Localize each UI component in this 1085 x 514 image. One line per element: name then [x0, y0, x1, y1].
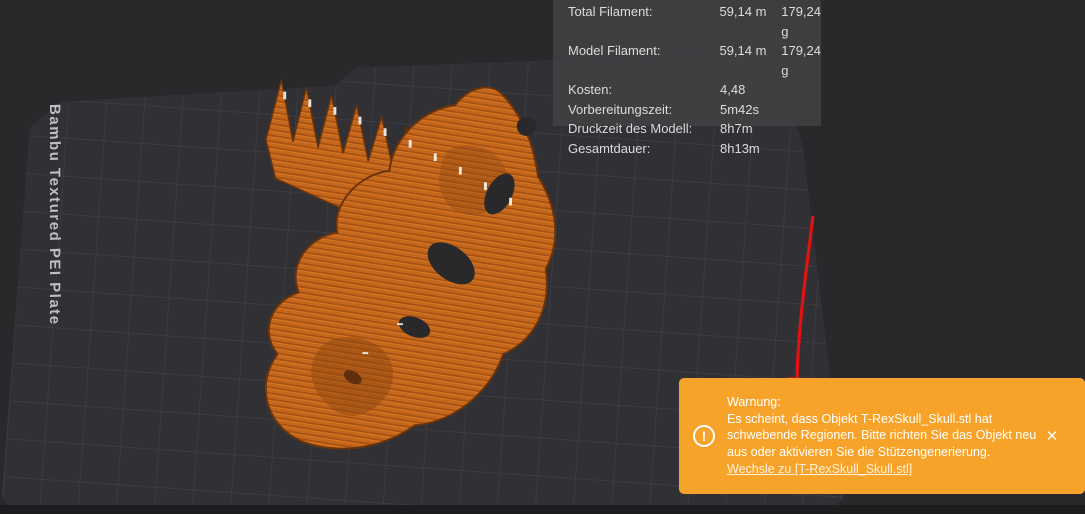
stat-row-model-filament: Model Filament: 59,14 m 179,24 g [568, 41, 821, 80]
stat-label: Total Filament: [568, 4, 653, 19]
stat-row-total-filament: Total Filament: 59,14 m 179,24 g [568, 2, 821, 41]
stat-value2 [782, 119, 821, 139]
stat-value: 8h7m [720, 121, 753, 136]
close-icon[interactable]: ✕ [1041, 427, 1063, 445]
warning-switch-link[interactable]: Wechsle zu [T-RexSkull_Skull.stl] [727, 461, 912, 478]
plate-label: Bambu Textured PEI Plate [46, 103, 63, 326]
stat-row-total-time: Gesamtdauer: 8h13m [568, 139, 821, 159]
stat-label: Kosten: [568, 82, 613, 97]
stat-value-length: 59,14 m [719, 43, 767, 58]
slicer-3d-viewport[interactable]: Bambu Textured PEI Plate Total Filament:… [0, 0, 1085, 514]
stat-value-weight: 179,24 g [781, 43, 821, 78]
stat-value2 [782, 80, 821, 100]
warning-message: Es scheint, dass Objekt T-RexSkull_Skull… [727, 411, 1037, 459]
slice-stats-panel: Total Filament: 59,14 m 179,24 g Model F… [553, 0, 821, 156]
stat-row-model-print-time: Druckzeit des Modell: 8h7m [568, 119, 821, 139]
stat-label: Vorbereitungszeit: [568, 101, 673, 117]
stat-row-cost: Kosten: 4,48 [568, 80, 821, 100]
stat-row-prepare-time: Vorbereitungszeit: 5m42s [568, 100, 821, 120]
model-small-hole [516, 116, 537, 136]
stat-label: Model Filament: [568, 43, 661, 58]
plate-front-edge [0, 505, 1085, 514]
warning-icon: ! [693, 425, 715, 447]
stat-label: Gesamtdauer: [568, 140, 651, 156]
warning-text: Warnung: Es scheint, dass Objekt T-RexSk… [727, 394, 1037, 478]
stat-value-length: 59,14 m [719, 4, 767, 19]
stat-value-weight: 179,24 g [781, 4, 821, 39]
warning-toast: ! Warnung: Es scheint, dass Objekt T-Rex… [679, 378, 1085, 494]
stat-value: 8h13m [720, 140, 760, 156]
stat-value: 5m42s [720, 101, 760, 117]
warning-title: Warnung: [727, 395, 781, 410]
stat-value2 [782, 100, 821, 120]
stat-value2 [782, 139, 821, 159]
model-trex-skull[interactable] [208, 28, 594, 464]
stat-label: Druckzeit des Modell: [568, 121, 693, 136]
stat-value: 4,48 [720, 82, 746, 97]
